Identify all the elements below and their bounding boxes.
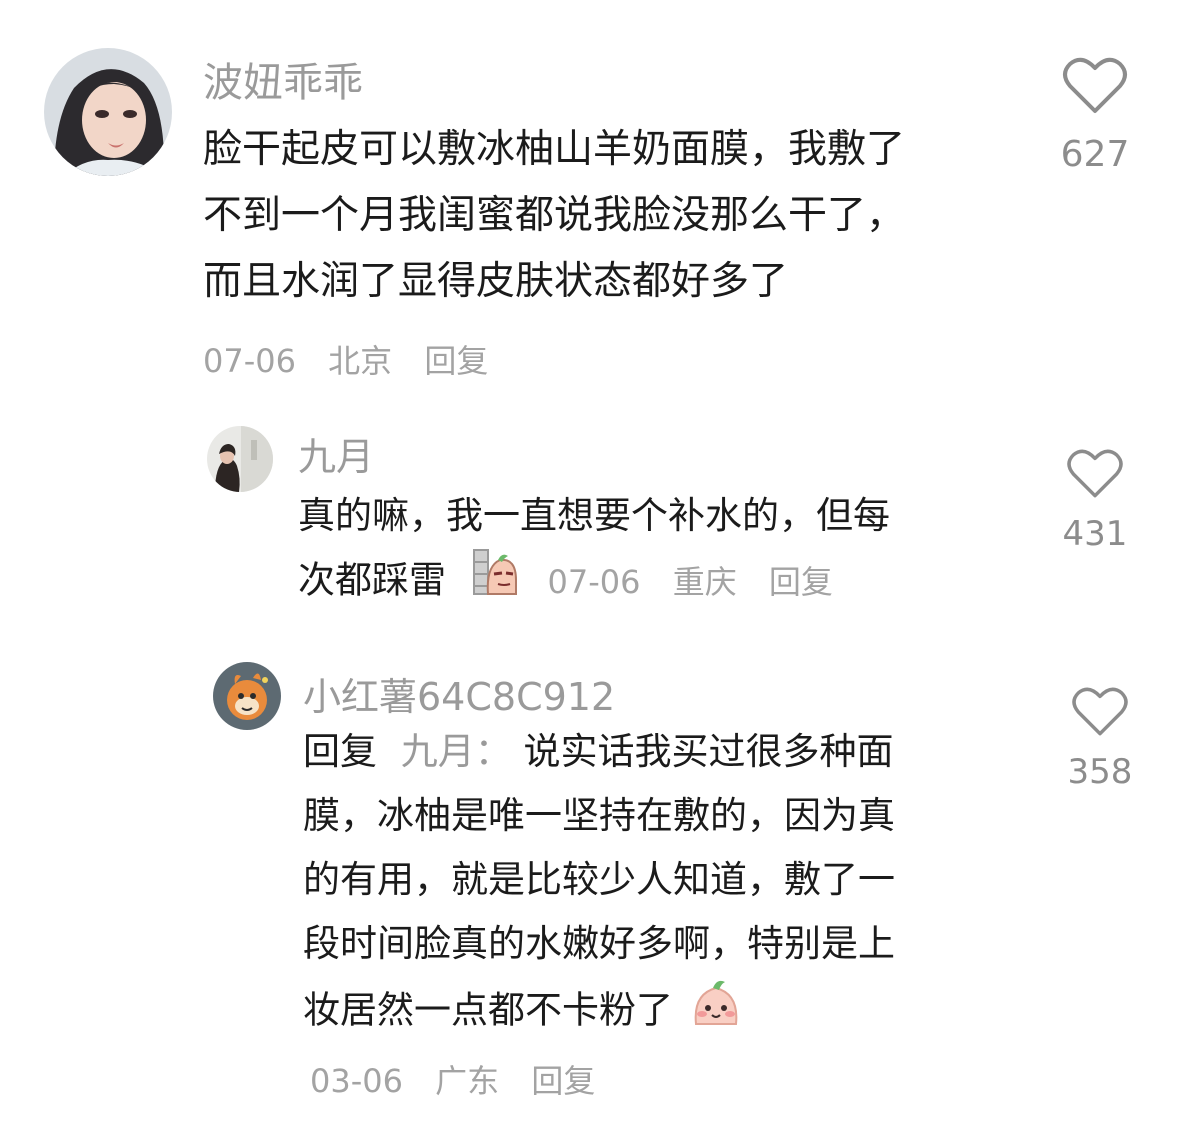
- username[interactable]: 波妞乖乖: [203, 50, 363, 108]
- comment-line: 段时间脸真的水嫩好多啊，特别是上: [303, 922, 895, 965]
- comment-2: 九月 真的嘛，我一直想要个补水的，但每 次都踩雷 07-06 重庆 回复 431: [0, 400, 1179, 630]
- comment-line: 真的嘛，我一直想要个补水的，但每: [298, 494, 890, 537]
- comment-date: 07-06: [203, 342, 296, 380]
- comment-last-line: 妆居然一点都不卡粉了: [303, 976, 1003, 1048]
- like-button[interactable]: 431: [1050, 448, 1140, 554]
- comment-location: 重庆: [672, 562, 737, 601]
- comment-meta: 07-06 北京 回复: [203, 336, 510, 382]
- comment-1: 波妞乖乖 脸干起皮可以敷冰柚山羊奶面膜，我敷了 不到一个月我闺蜜都说我脸没那么干…: [0, 0, 1179, 390]
- comment-line: 脸干起皮可以敷冰柚山羊奶面膜，我敷了: [203, 127, 906, 172]
- user-avatar[interactable]: [213, 662, 281, 730]
- heart-icon: [1067, 449, 1123, 498]
- comment-line: 膜，冰柚是唯一坚持在敷的，因为真: [303, 794, 895, 837]
- user-avatar[interactable]: [207, 426, 273, 492]
- comment-date: 07-06: [547, 562, 641, 601]
- reply-button[interactable]: 回复: [769, 563, 833, 601]
- comment-first-line: 回复 九月： 说实话我买过很多种面: [303, 720, 1003, 784]
- like-button[interactable]: 627: [1050, 56, 1140, 175]
- comment-location: 广东: [435, 1062, 500, 1100]
- user-avatar[interactable]: [44, 48, 172, 176]
- peeking-wall-emoji-icon: [472, 548, 518, 616]
- comment-line: 不到一个月我闺蜜都说我脸没那么干了，: [203, 193, 906, 238]
- username[interactable]: 九月: [298, 426, 374, 481]
- reply-button[interactable]: 回复: [424, 342, 488, 380]
- comment-text: 真的嘛，我一直想要个补水的，但每 次都踩雷 07-06 重庆 回复: [298, 484, 998, 616]
- cartoon-mascot-avatar-icon: [213, 662, 281, 730]
- like-button[interactable]: 358: [1055, 686, 1145, 792]
- username[interactable]: 小红薯64C8C912: [303, 666, 615, 721]
- reply-to-username[interactable]: 九月：: [401, 730, 512, 773]
- comment-3: 小红薯64C8C912 回复 九月： 说实话我买过很多种面 膜，冰柚是唯一坚持在…: [0, 640, 1179, 1140]
- heart-icon: [1063, 57, 1127, 113]
- like-count: 358: [1067, 752, 1133, 792]
- comment-line: 说实话我买过很多种面: [523, 730, 894, 773]
- comment-line: 而且水润了显得皮肤状态都好多了: [203, 259, 789, 304]
- photo-avatar-icon: [207, 426, 273, 492]
- comment-line-with-meta: 次都踩雷 07-06 重庆 回复: [298, 548, 998, 616]
- comment-text: 回复 九月： 说实话我买过很多种面 膜，冰柚是唯一坚持在敷的，因为真 的有用，就…: [303, 720, 1003, 1048]
- blushing-face-emoji-icon: [691, 976, 741, 1048]
- anime-girl-avatar-icon: [44, 48, 172, 176]
- like-count: 627: [1060, 134, 1130, 175]
- comment-line: 妆居然一点都不卡粉了: [303, 988, 673, 1032]
- comment-date: 03-06: [310, 1062, 403, 1100]
- heart-icon: [1072, 687, 1128, 736]
- reply-prefix: 回复: [303, 730, 377, 773]
- comment-meta: 07-06 重庆 回复: [548, 563, 855, 601]
- comment-text: 脸干起皮可以敷冰柚山羊奶面膜，我敷了 不到一个月我闺蜜都说我脸没那么干了， 而且…: [203, 117, 1023, 315]
- comment-meta: 03-06 广东 回复: [310, 1056, 617, 1102]
- reply-button[interactable]: 回复: [531, 1062, 595, 1100]
- comment-line: 次都踩雷: [298, 558, 446, 602]
- comment-line: 的有用，就是比较少人知道，敷了一: [303, 858, 895, 901]
- comment-location: 北京: [328, 342, 393, 380]
- like-count: 431: [1062, 514, 1128, 554]
